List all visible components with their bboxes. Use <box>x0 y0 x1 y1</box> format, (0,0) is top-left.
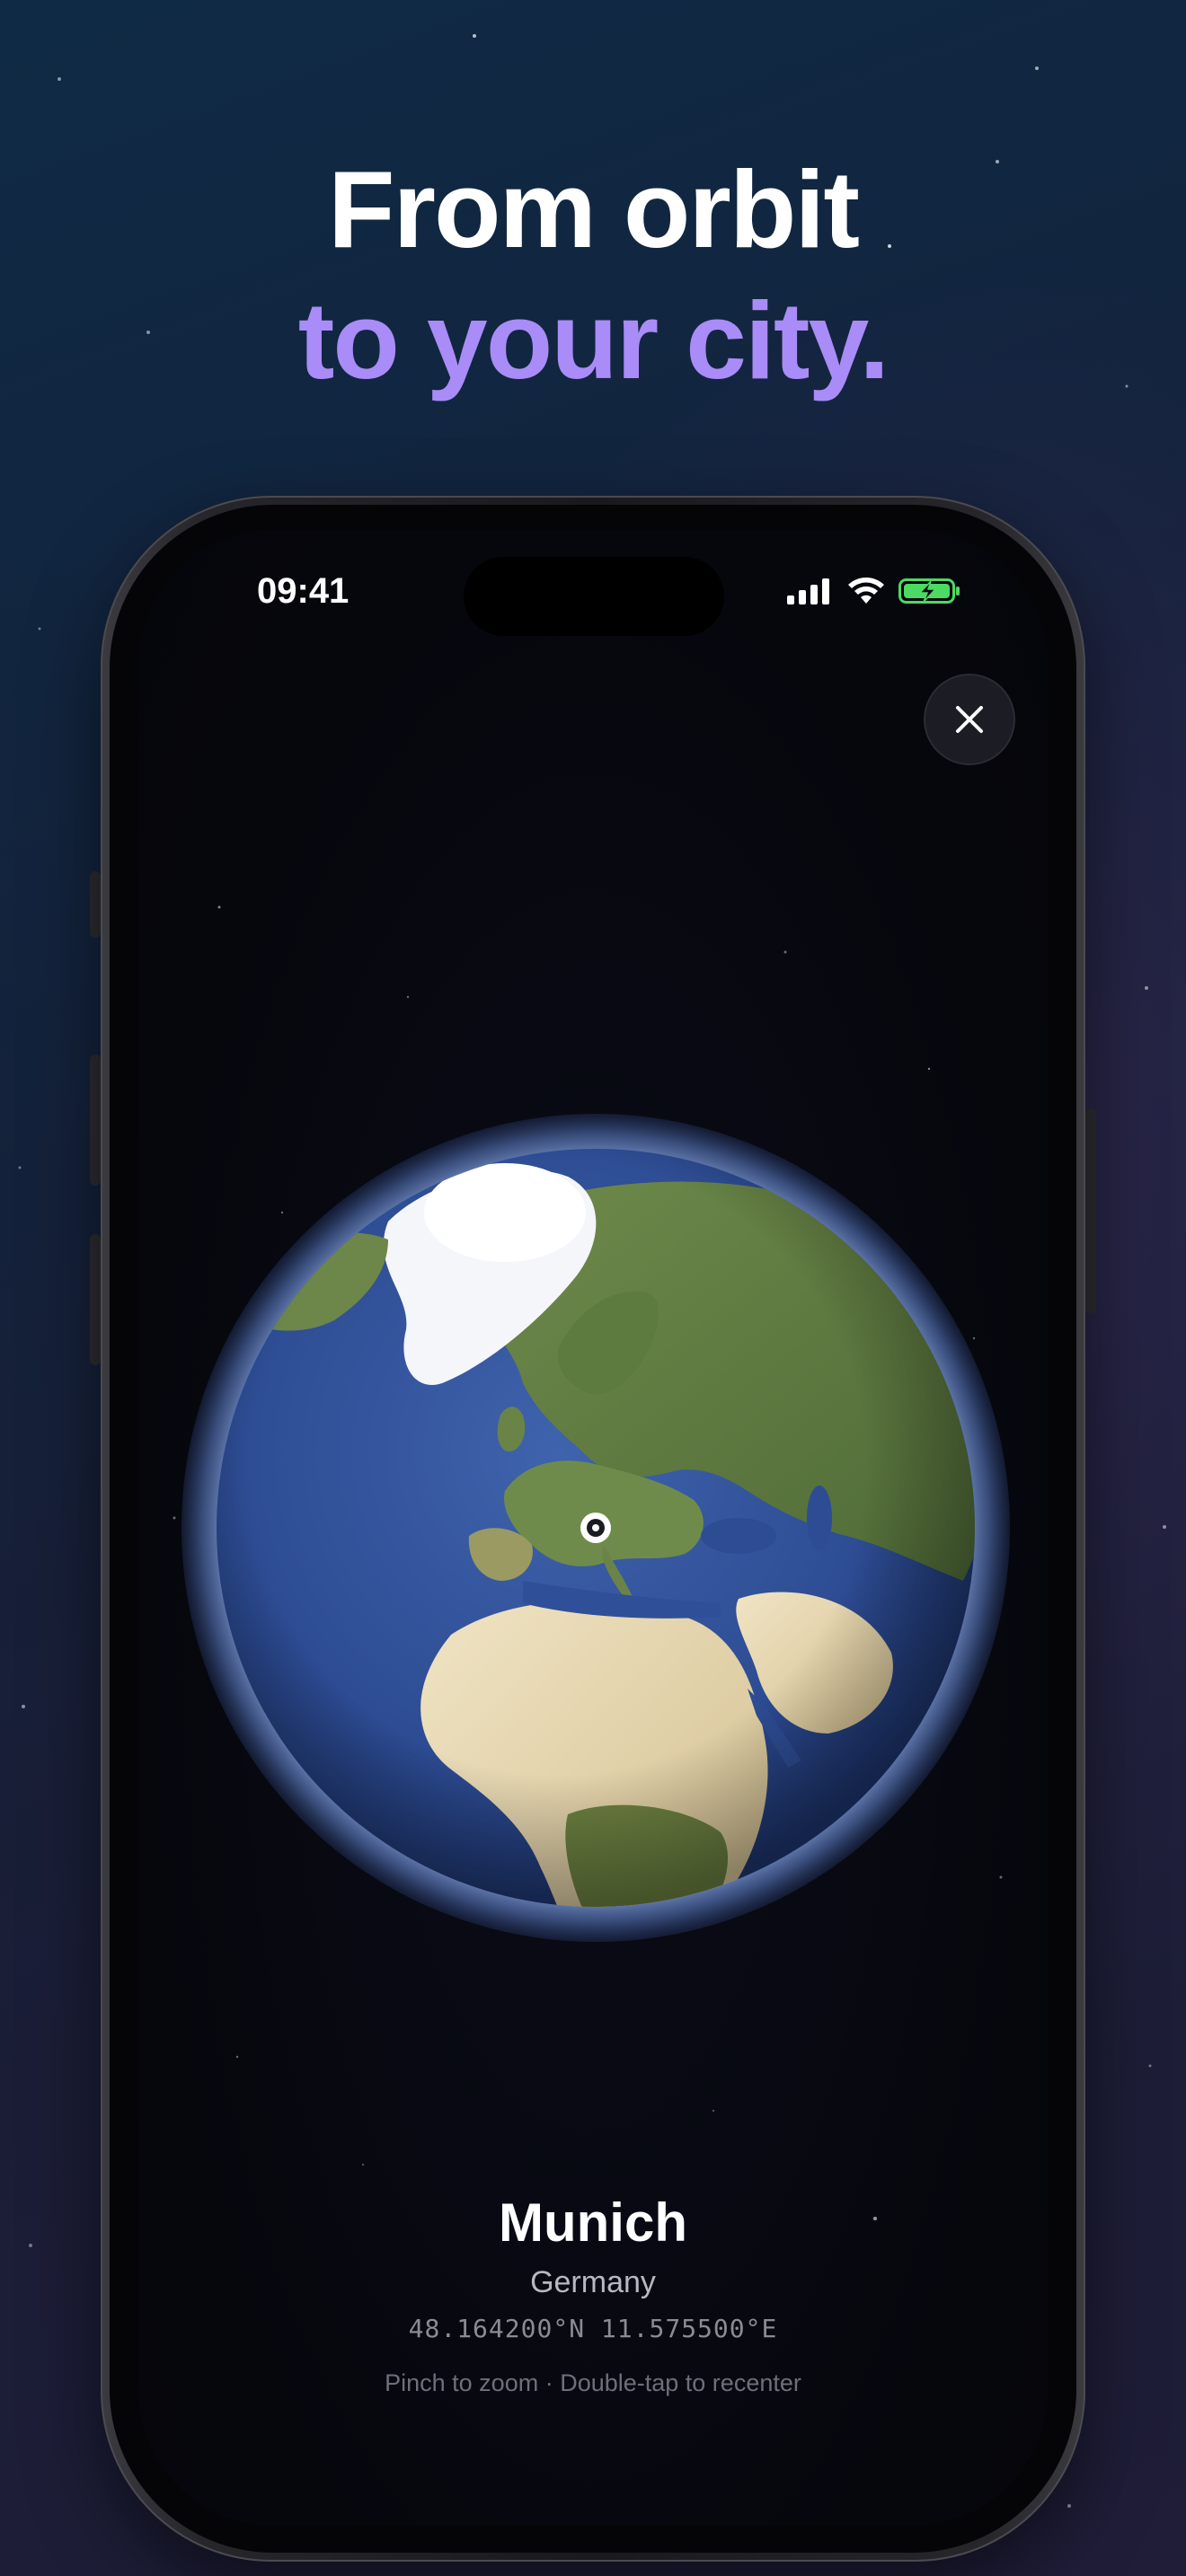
phone-volume-down-button <box>90 1234 101 1365</box>
battery-charging-icon <box>898 578 960 604</box>
dynamic-island <box>464 557 724 636</box>
status-time: 09:41 <box>257 571 350 611</box>
phone-action-button <box>90 871 101 938</box>
phone-volume-up-button <box>90 1054 101 1186</box>
city-name: Munich <box>499 2192 687 2253</box>
close-icon <box>956 706 983 733</box>
signal-icon <box>787 578 829 604</box>
close-button[interactable] <box>924 674 1015 765</box>
phone-screen: 09:41 Munich Germany 48.164200°N 11.5755… <box>138 530 1048 2526</box>
earth-globe[interactable] <box>181 1114 1010 1942</box>
gesture-hint: Pinch to zoom · Double-tap to recenter <box>385 2369 801 2396</box>
headline-line-2: to your city. <box>297 279 890 401</box>
country-name: Germany <box>530 2265 656 2299</box>
status-icons <box>787 577 961 605</box>
headline-line-1: From orbit <box>328 148 860 270</box>
wifi-icon <box>848 578 884 604</box>
phone-power-button <box>1085 1108 1096 1313</box>
coordinates: 48.164200°N 11.575500°E <box>408 2314 778 2343</box>
